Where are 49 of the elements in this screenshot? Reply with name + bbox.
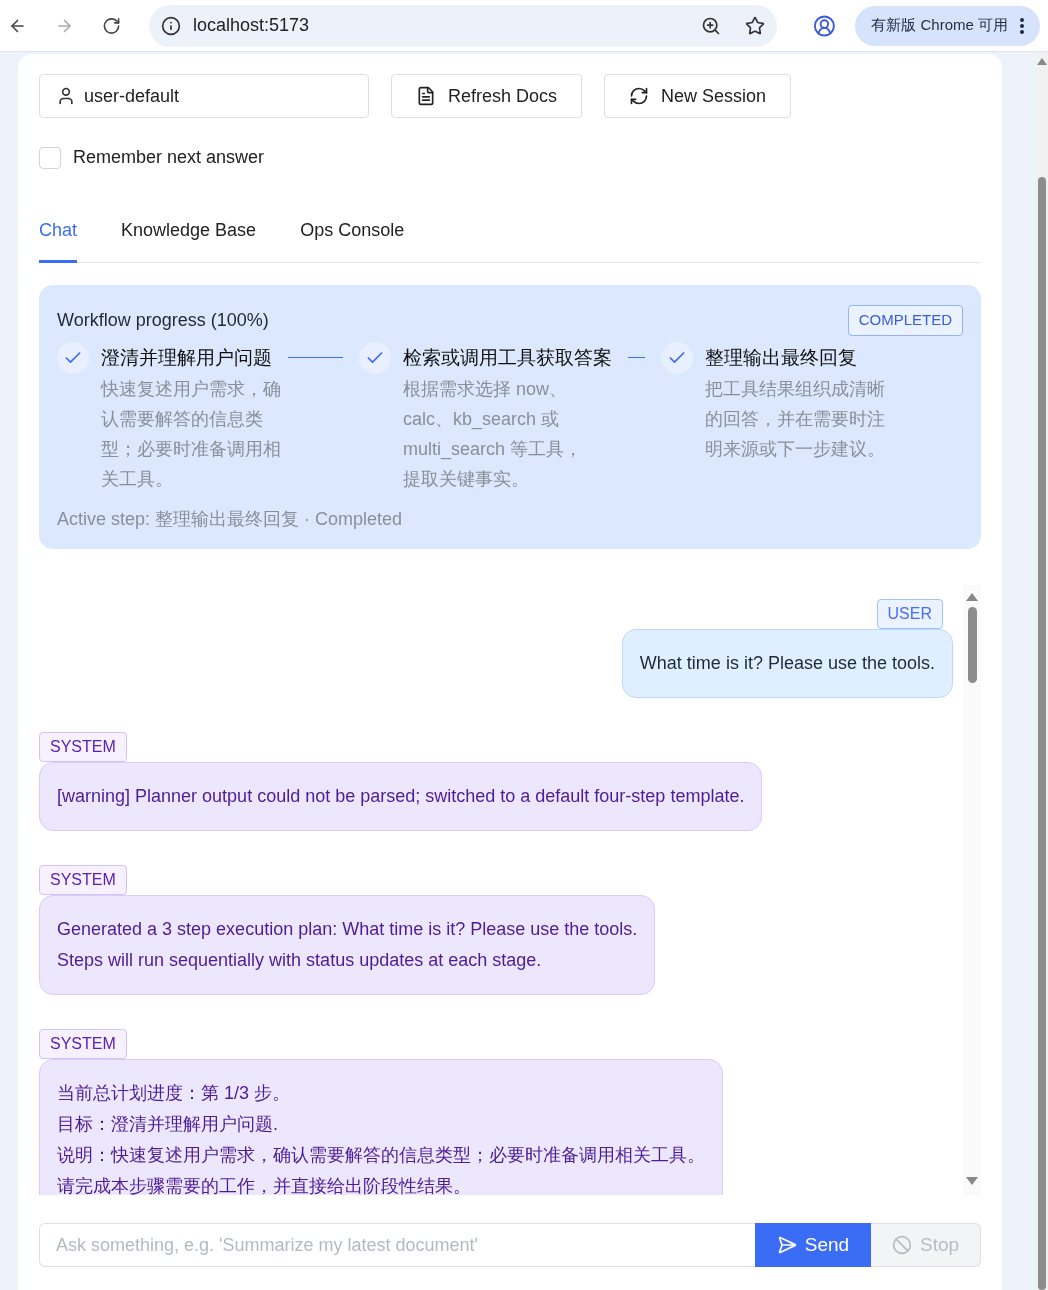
message-text: [warning] Planner output could not be parsed; switched to a default four-step template.: [57, 785, 745, 808]
message-text: Steps will run sequentially with status updates at each stage.: [57, 949, 543, 972]
more-icon: [1020, 17, 1024, 34]
new-session-button[interactable]: New Session: [604, 74, 792, 118]
page-scroll-up-icon: [1037, 58, 1047, 65]
role-badge: SYSTEM: [39, 1029, 127, 1059]
address-bar[interactable]: localhost:5173: [148, 4, 777, 47]
role-badge: SYSTEM: [39, 732, 127, 762]
info-icon[interactable]: [160, 15, 181, 36]
tab[interactable]: Chat: [39, 217, 78, 263]
profile-icon[interactable]: [812, 13, 836, 38]
scroll-up-icon: [966, 593, 978, 601]
step-description: 快速复述用户需求，确认需要解答的信息类型；必要时准备调用相关工具。: [101, 378, 282, 491]
zoom-icon[interactable]: [700, 15, 721, 36]
step-title: 整理输出最终回复: [705, 345, 857, 370]
remember-label: Remember next answer: [73, 146, 265, 169]
update-button[interactable]: 有新版 Chrome 可用: [855, 5, 1040, 46]
step-description: 把工具结果组织成清晰的回答，并在需要时注明来源或下一步建议。: [705, 378, 886, 461]
message-text: 请完成本步骤需要的工作，并直接给出阶段性结果。: [57, 1175, 472, 1195]
scroll-down-icon: [966, 1177, 978, 1185]
user-value: user-default: [84, 84, 180, 108]
role-badge: USER: [876, 599, 943, 629]
role-badge: SYSTEM: [39, 865, 127, 895]
reload-icon[interactable]: [101, 15, 121, 36]
remember-checkbox[interactable]: [39, 146, 61, 169]
status-tag: COMPLETED: [847, 305, 963, 336]
tab[interactable]: Knowledge Base: [121, 217, 257, 263]
workflow-title: Workflow progress (100%): [57, 308, 269, 332]
message-text: Generated a 3 step execution plan: What time is it? Please use the tools.: [57, 918, 638, 941]
step-description: 根据需求选择 now、calc、kb_search 或 multi_search 等工具，提取关键事实。: [403, 378, 584, 491]
step-title: 检索或调用工具获取答案: [403, 345, 612, 370]
refresh-docs-button[interactable]: Refresh Docs: [391, 74, 583, 118]
send-icon: [776, 1235, 797, 1255]
tab[interactable]: Ops Console: [300, 217, 405, 263]
user-icon: [56, 86, 76, 106]
send-button[interactable]: Send: [755, 1223, 871, 1267]
url-text: localhost:5173: [192, 14, 311, 37]
message-input[interactable]: Ask something, e.g. 'Summarize my latest document': [39, 1223, 755, 1267]
message-text: 说明：快速复述用户需求，确认需要解答的信息类型；必要时准备调用相关工具。: [57, 1144, 705, 1167]
user-field[interactable]: user-default: [39, 74, 369, 118]
active-step-text: Active step: 整理输出最终回复 · Completed: [57, 508, 404, 531]
refresh-icon: [629, 86, 650, 106]
step-title: 澄清并理解用户问题: [101, 345, 272, 370]
document-icon: [416, 86, 436, 106]
message-text: 当前总计划进度：第 1/3 步。: [57, 1082, 292, 1105]
message-text: 目标：澄清并理解用户问题.: [57, 1113, 279, 1136]
message-text: What time is it? Please use the tools.: [639, 652, 935, 675]
stop-icon: [891, 1235, 912, 1255]
star-icon[interactable]: [744, 15, 765, 36]
